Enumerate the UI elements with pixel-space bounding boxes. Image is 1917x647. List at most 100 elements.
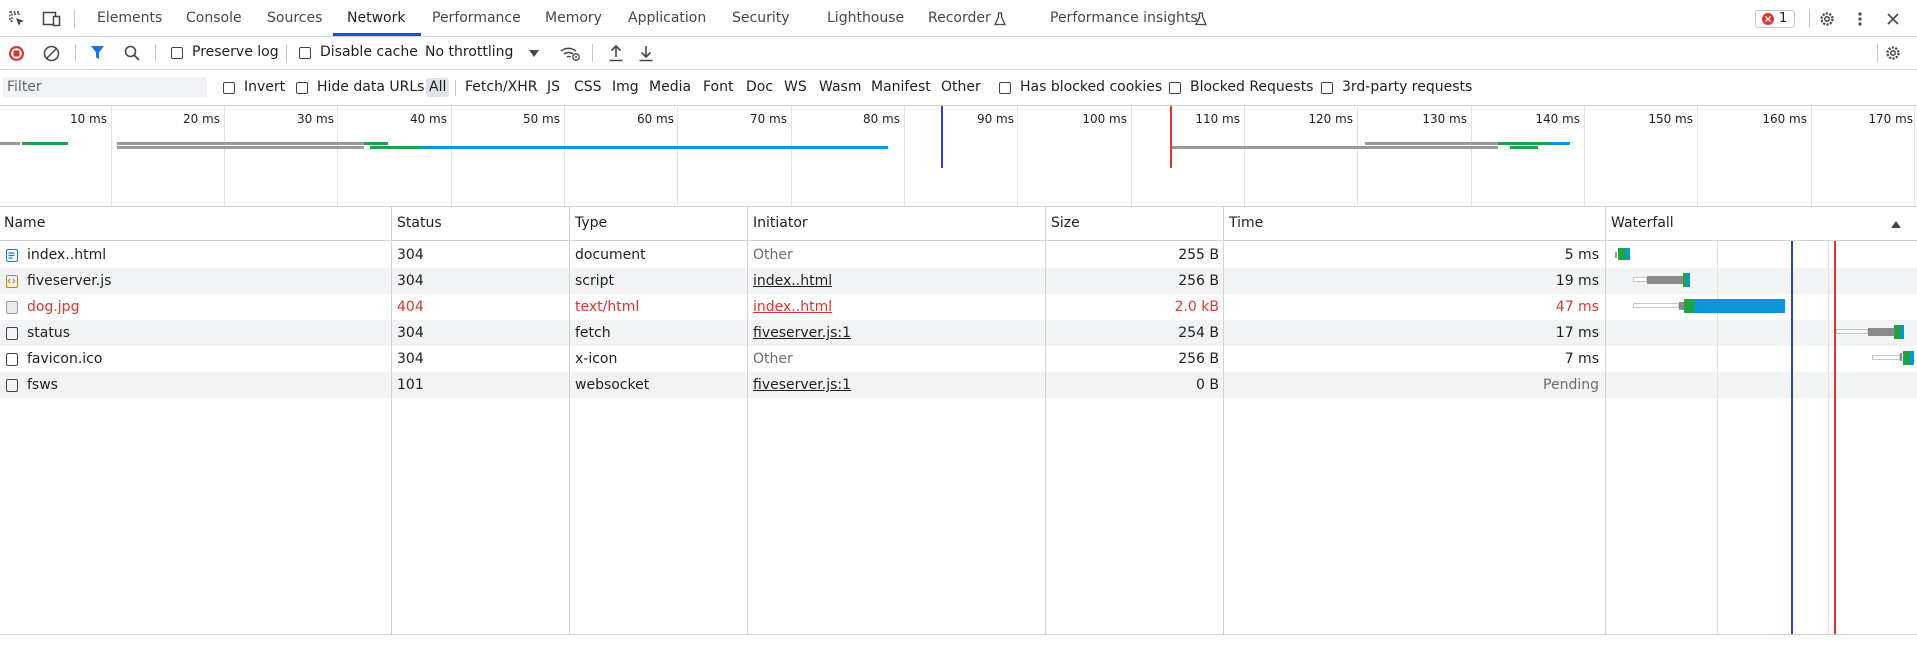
table-row[interactable]: favicon.ico 304 x-icon Other 256 B 7 ms <box>0 346 1917 372</box>
tab-performance[interactable]: Performance <box>432 0 521 36</box>
filter-type-other[interactable]: Other <box>941 78 981 97</box>
tab-application[interactable]: Application <box>628 0 706 36</box>
overview-tick-label: 170 ms <box>1868 112 1913 126</box>
column-divider[interactable] <box>569 207 570 634</box>
column-header-type[interactable]: Type <box>575 207 607 240</box>
dropdown-arrow-icon[interactable] <box>528 48 540 58</box>
column-divider[interactable] <box>1605 207 1606 634</box>
overview-gridline <box>1017 106 1018 206</box>
filter-type-wasm[interactable]: Wasm <box>819 78 861 97</box>
filter-type-all[interactable]: All <box>426 78 450 97</box>
request-initiator: Other <box>753 351 793 367</box>
column-header-status[interactable]: Status <box>397 207 442 240</box>
tab-memory[interactable]: Memory <box>545 0 602 36</box>
blocked-requests-checkbox[interactable] <box>1169 82 1181 94</box>
has-blocked-cookies-checkbox[interactable] <box>999 82 1011 94</box>
device-toolbar-icon[interactable] <box>42 10 62 28</box>
settings-gear-icon[interactable] <box>1817 10 1837 28</box>
filter-type-js[interactable]: JS <box>547 78 560 97</box>
disable-cache-label[interactable]: Disable cache <box>320 44 418 60</box>
disable-cache-checkbox[interactable] <box>299 47 311 59</box>
waterfall-dom-content-loaded-line <box>1791 241 1793 634</box>
column-divider[interactable] <box>747 207 748 634</box>
more-options-icon[interactable] <box>1852 10 1868 28</box>
third-party-requests-checkbox[interactable] <box>1321 82 1333 94</box>
request-type: fetch <box>575 325 611 341</box>
table-row[interactable]: fiveserver.js 304 script index..html 256… <box>0 268 1917 294</box>
sort-ascending-icon[interactable] <box>1890 219 1902 229</box>
request-name[interactable]: status <box>27 320 70 346</box>
stop-recording-icon[interactable] <box>8 45 25 62</box>
tab-lighthouse[interactable]: Lighthouse <box>827 0 904 36</box>
preserve-log-checkbox[interactable] <box>171 47 183 59</box>
filter-type-css[interactable]: CSS <box>574 78 602 97</box>
request-initiator-link[interactable]: fiveserver.js:1 <box>753 372 851 398</box>
column-divider[interactable] <box>391 207 392 634</box>
column-header-time[interactable]: Time <box>1229 207 1263 240</box>
tab-network[interactable]: Network <box>347 0 405 36</box>
active-tab-indicator <box>333 33 421 36</box>
filter-type-doc[interactable]: Doc <box>746 78 773 97</box>
hide-data-urls-checkbox[interactable] <box>296 82 308 94</box>
tab-elements[interactable]: Elements <box>97 0 162 36</box>
filter-type-media[interactable]: Media <box>649 78 691 97</box>
network-overview-timeline[interactable]: 10 ms 20 ms 30 ms 40 ms 50 ms 60 ms 70 m… <box>0 106 1917 207</box>
hide-data-urls-label[interactable]: Hide data URLs <box>317 79 424 95</box>
table-row[interactable]: fsws 101 websocket fiveserver.js:1 0 B P… <box>0 372 1917 398</box>
filter-type-fetch-xhr[interactable]: Fetch/XHR <box>465 78 538 97</box>
invert-label[interactable]: Invert <box>244 79 285 95</box>
overview-gridline <box>1357 106 1358 206</box>
tab-recorder[interactable]: Recorder <box>928 0 991 36</box>
request-initiator-link[interactable]: fiveserver.js:1 <box>753 320 851 346</box>
preserve-log-label[interactable]: Preserve log <box>192 44 279 60</box>
overview-tick-label: 90 ms <box>976 112 1014 126</box>
waterfall-bar-download <box>1687 273 1690 287</box>
request-name[interactable]: fsws <box>27 372 58 398</box>
tab-sources[interactable]: Sources <box>267 0 322 36</box>
close-devtools-icon[interactable] <box>1884 10 1902 28</box>
request-initiator-link[interactable]: index..html <box>753 294 832 320</box>
waterfall-bar-queue <box>1615 252 1617 258</box>
import-har-icon[interactable] <box>608 44 624 62</box>
request-time: 19 ms <box>1555 273 1599 289</box>
clear-icon[interactable] <box>43 45 60 62</box>
table-row[interactable]: dog.jpg 404 text/html index..html 2.0 kB… <box>0 294 1917 320</box>
load-event-marker <box>1170 106 1172 168</box>
request-size: 256 B <box>1178 351 1219 367</box>
table-row[interactable]: status 304 fetch fiveserver.js:1 254 B 1… <box>0 320 1917 346</box>
filter-type-manifest[interactable]: Manifest <box>871 78 931 97</box>
request-name[interactable]: dog.jpg <box>27 294 79 320</box>
request-name[interactable]: fiveserver.js <box>27 268 111 294</box>
has-blocked-cookies-label[interactable]: Has blocked cookies <box>1020 79 1162 95</box>
column-header-size[interactable]: Size <box>1051 207 1080 240</box>
filter-funnel-icon[interactable] <box>89 45 105 61</box>
column-header-initiator[interactable]: Initiator <box>753 207 808 240</box>
blocked-requests-label[interactable]: Blocked Requests <box>1190 79 1313 95</box>
invert-checkbox[interactable] <box>223 82 235 94</box>
column-divider[interactable] <box>1223 207 1224 634</box>
filter-type-font[interactable]: Font <box>703 78 733 97</box>
export-har-icon[interactable] <box>638 44 654 62</box>
request-name[interactable]: favicon.ico <box>27 346 102 372</box>
request-name[interactable]: index..html <box>27 242 106 268</box>
tab-console[interactable]: Console <box>186 0 242 36</box>
tab-performance-insights[interactable]: Performance insights <box>1050 0 1198 36</box>
network-conditions-icon[interactable] <box>559 44 581 62</box>
filter-input[interactable] <box>3 77 207 97</box>
network-settings-gear-icon[interactable] <box>1883 44 1903 62</box>
request-time: 17 ms <box>1555 325 1599 341</box>
column-header-waterfall[interactable]: Waterfall <box>1611 207 1674 240</box>
search-icon[interactable] <box>124 45 140 61</box>
tab-security[interactable]: Security <box>732 0 790 36</box>
column-header-name[interactable]: Name <box>4 207 45 240</box>
third-party-requests-label[interactable]: 3rd-party requests <box>1342 79 1472 95</box>
column-divider[interactable] <box>1045 207 1046 634</box>
inspect-element-icon[interactable] <box>8 10 26 28</box>
filter-type-ws[interactable]: WS <box>784 78 807 97</box>
error-counter[interactable]: 1 <box>1755 10 1795 28</box>
overview-gridline <box>1131 106 1132 206</box>
request-initiator-link[interactable]: index..html <box>753 268 832 294</box>
request-type: document <box>575 247 646 263</box>
filter-type-img[interactable]: Img <box>612 78 639 97</box>
throttling-select[interactable]: No throttling <box>425 44 513 60</box>
